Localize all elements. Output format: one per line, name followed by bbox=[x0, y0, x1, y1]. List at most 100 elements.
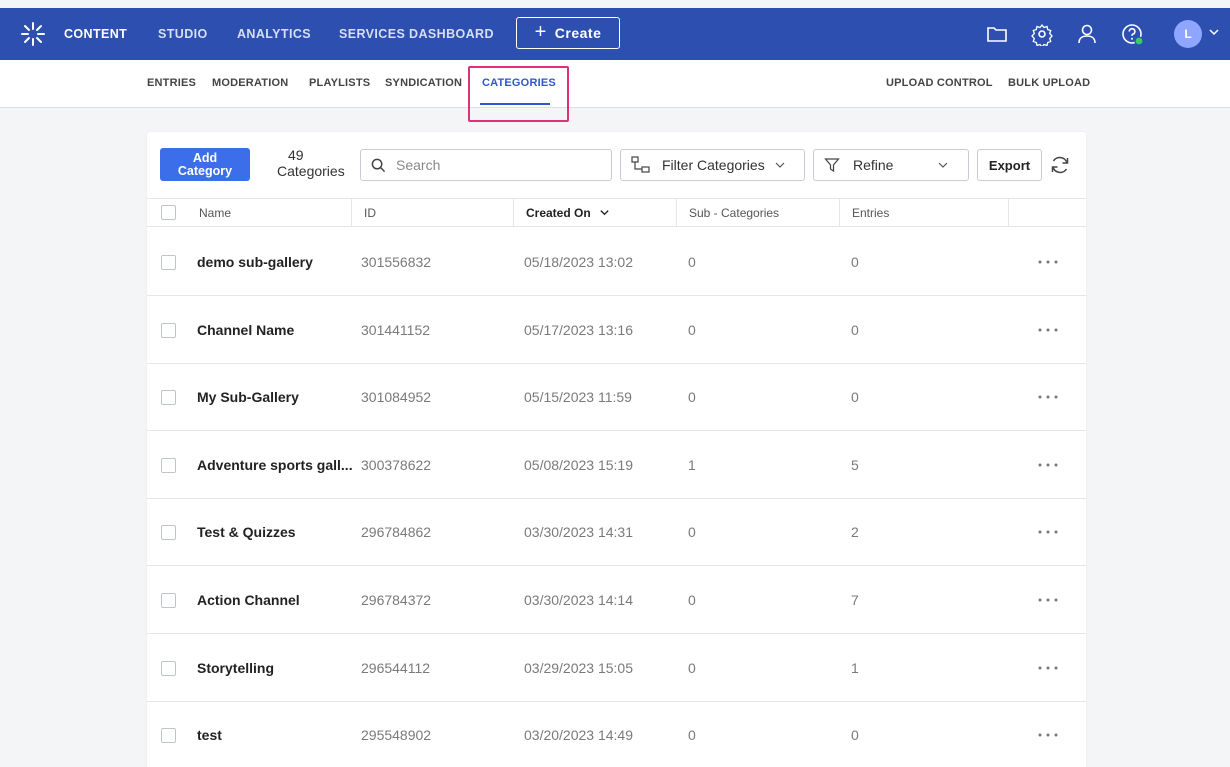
subnav-moderation[interactable]: MODERATION bbox=[212, 77, 288, 89]
category-sub-count: 0 bbox=[688, 592, 696, 608]
table-row[interactable]: test 295548902 03/20/2023 14:49 0 0 bbox=[147, 701, 1086, 767]
row-checkbox[interactable] bbox=[161, 660, 176, 676]
more-actions-icon[interactable] bbox=[1037, 259, 1059, 265]
table-row[interactable]: Channel Name 301441152 05/17/2023 13:16 0 0 bbox=[147, 296, 1086, 364]
select-all-checkbox[interactable] bbox=[161, 205, 176, 220]
more-actions-icon[interactable] bbox=[1037, 394, 1059, 400]
subnav-syndication[interactable]: SYNDICATION bbox=[385, 77, 462, 89]
category-name[interactable]: Action Channel bbox=[197, 592, 300, 608]
gear-icon[interactable] bbox=[1030, 22, 1054, 46]
category-entries-count: 5 bbox=[851, 456, 859, 473]
help-icon[interactable] bbox=[1120, 22, 1144, 46]
add-category-button[interactable]: Add Category bbox=[160, 148, 250, 181]
category-sub-count: 1 bbox=[688, 456, 696, 473]
category-created-on: 03/30/2023 14:31 bbox=[524, 524, 633, 541]
row-checkbox[interactable] bbox=[161, 322, 176, 338]
table-row[interactable]: Storytelling 296544112 03/29/2023 15:05 0 1 bbox=[147, 634, 1086, 702]
row-checkbox[interactable] bbox=[161, 525, 176, 541]
category-created-on: 05/15/2023 11:59 bbox=[524, 389, 632, 406]
table-row[interactable]: Adventure sports gall... 300378622 05/08/2… bbox=[147, 431, 1086, 499]
category-sub-count: 0 bbox=[688, 727, 696, 744]
categories-panel: Add Category 49 Categories Filter Catego… bbox=[147, 132, 1086, 767]
category-created-on: 03/20/2023 14:49 bbox=[524, 727, 633, 744]
category-id: 296544112 bbox=[361, 659, 431, 676]
category-count-label: Categories bbox=[277, 163, 345, 179]
category-count-number: 49 bbox=[288, 147, 304, 163]
add-category-label-line1: Add bbox=[192, 151, 218, 165]
table-row[interactable]: Test & Quizzes 296784862 03/30/2023 14:31 0… bbox=[147, 498, 1086, 567]
sort-descending-icon bbox=[600, 210, 609, 216]
chevron-down-icon[interactable] bbox=[1208, 26, 1220, 38]
category-sub-count: 0 bbox=[688, 659, 696, 676]
category-id: 295548902 bbox=[361, 727, 432, 744]
nav-analytics[interactable]: ANALYTICS bbox=[237, 8, 311, 60]
category-entries-count: 0 bbox=[851, 254, 859, 270]
create-button-label: Create bbox=[554, 25, 602, 41]
category-entries-count: 2 bbox=[851, 524, 859, 541]
refine-dropdown[interactable]: Refine bbox=[813, 149, 969, 181]
category-sub-count: 0 bbox=[688, 254, 696, 270]
export-button[interactable]: Export bbox=[977, 149, 1042, 181]
category-created-on: 05/08/2023 15:19 bbox=[524, 456, 633, 473]
create-button[interactable]: + Create bbox=[516, 17, 620, 49]
kaltura-logo-icon[interactable] bbox=[20, 21, 46, 47]
row-checkbox[interactable] bbox=[161, 255, 176, 270]
subnav-bulk-upload[interactable]: BULK UPLOAD bbox=[1008, 77, 1090, 89]
subnav-categories[interactable]: CATEGORIES bbox=[482, 77, 556, 89]
column-header-created-on[interactable]: Created On bbox=[513, 199, 675, 227]
column-header-id-label: ID bbox=[364, 206, 376, 220]
add-category-label-line2: Category bbox=[177, 164, 233, 178]
more-actions-icon[interactable] bbox=[1037, 529, 1059, 535]
more-actions-icon[interactable] bbox=[1037, 327, 1059, 333]
category-name[interactable]: Storytelling bbox=[197, 660, 274, 676]
row-checkbox[interactable] bbox=[161, 457, 176, 473]
table-row[interactable]: demo sub-gallery 301556832 05/18/2023 13:0… bbox=[147, 228, 1086, 296]
category-name[interactable]: My Sub-Gallery bbox=[197, 389, 299, 405]
table-row[interactable]: Action Channel 296784372 03/30/2023 14:14 0… bbox=[147, 566, 1086, 634]
subnav-entries[interactable]: ENTRIES bbox=[147, 77, 196, 89]
filter-categories-label: Filter Categories bbox=[662, 157, 765, 173]
category-entries-count: 0 bbox=[851, 321, 859, 338]
row-checkbox[interactable] bbox=[161, 593, 176, 608]
category-id: 296784372 bbox=[361, 592, 432, 608]
category-id: 296784862 bbox=[361, 524, 432, 541]
more-actions-icon[interactable] bbox=[1037, 462, 1059, 468]
category-id: 301441152 bbox=[361, 321, 431, 338]
more-actions-icon[interactable] bbox=[1037, 665, 1059, 671]
hierarchy-icon bbox=[631, 156, 650, 173]
row-checkbox[interactable] bbox=[161, 728, 176, 744]
user-icon[interactable] bbox=[1075, 22, 1099, 46]
column-header-created-label: Created On bbox=[526, 206, 591, 220]
subnav-upload-control[interactable]: UPLOAD CONTROL bbox=[886, 77, 993, 89]
category-count: 49 Categories bbox=[277, 147, 345, 179]
category-id: 301084952 bbox=[361, 389, 432, 406]
more-actions-icon[interactable] bbox=[1037, 732, 1059, 738]
nav-studio[interactable]: STUDIO bbox=[158, 8, 208, 60]
column-header-sub-categories[interactable]: Sub - Categories bbox=[676, 199, 838, 227]
category-name[interactable]: Channel Name bbox=[197, 322, 294, 338]
filter-categories-dropdown[interactable]: Filter Categories bbox=[620, 149, 805, 181]
search-input[interactable] bbox=[396, 157, 596, 173]
row-checkbox[interactable] bbox=[161, 390, 176, 406]
category-name[interactable]: demo sub-gallery bbox=[197, 254, 313, 270]
column-header-entries[interactable]: Entries bbox=[839, 199, 1008, 227]
category-name[interactable]: Adventure sports gall... bbox=[197, 457, 353, 473]
top-nav-bar: CONTENT STUDIO ANALYTICS SERVICES DASHBO… bbox=[0, 8, 1230, 60]
more-actions-icon[interactable] bbox=[1037, 597, 1059, 603]
avatar[interactable]: L bbox=[1174, 20, 1202, 48]
search-box[interactable] bbox=[360, 149, 612, 181]
refresh-icon[interactable] bbox=[1049, 154, 1071, 176]
column-header-sub-label: Sub - Categories bbox=[689, 206, 780, 220]
plus-icon: + bbox=[534, 21, 547, 43]
nav-content[interactable]: CONTENT bbox=[64, 8, 127, 60]
category-entries-count: 7 bbox=[851, 592, 859, 608]
category-name[interactable]: test bbox=[197, 727, 222, 743]
nav-services-dashboard[interactable]: SERVICES DASHBOARD bbox=[339, 8, 494, 60]
category-name[interactable]: Test & Quizzes bbox=[197, 524, 296, 540]
subnav-playlists[interactable]: PLAYLISTS bbox=[309, 77, 370, 89]
folder-icon[interactable] bbox=[985, 22, 1009, 46]
column-header-name[interactable]: Name bbox=[187, 199, 348, 227]
table-header: Name ID Created On Sub - Categories Entr… bbox=[147, 198, 1086, 227]
column-header-id[interactable]: ID bbox=[351, 199, 513, 227]
table-row[interactable]: My Sub-Gallery 301084952 05/15/2023 11:59 0… bbox=[147, 363, 1086, 432]
